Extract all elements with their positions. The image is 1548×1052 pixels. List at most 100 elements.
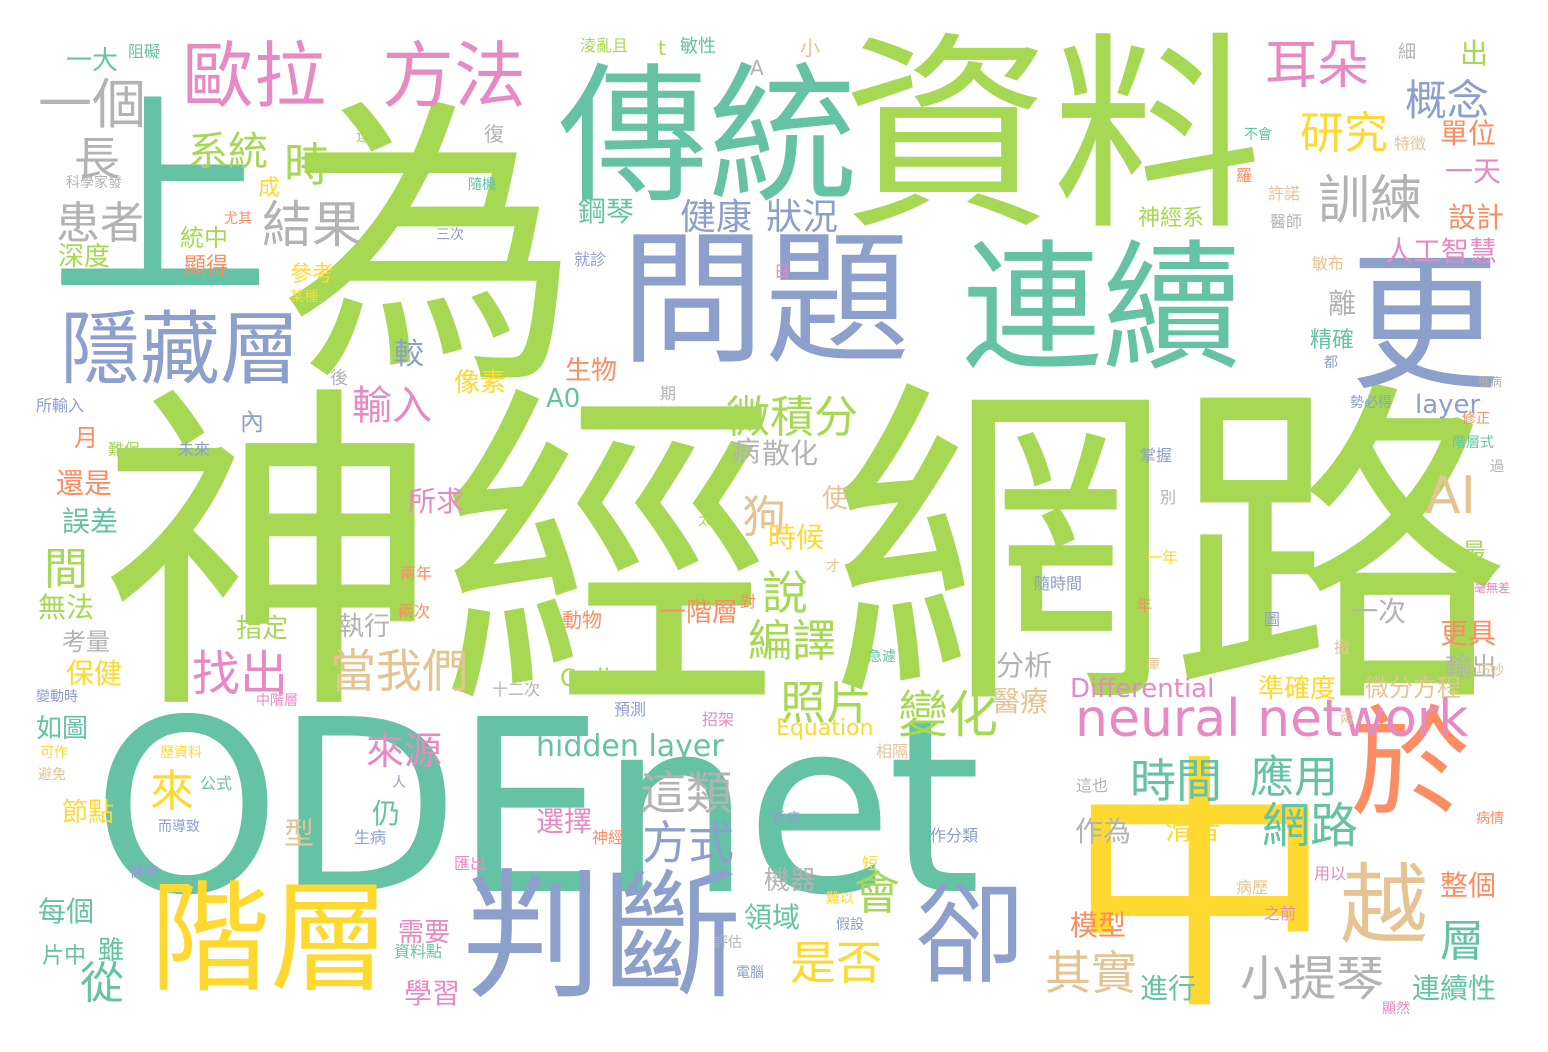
word-suishijian: 隨時間 bbox=[1034, 574, 1083, 593]
word-xitong: 系統 bbox=[188, 129, 268, 175]
word-jinxing: 進行 bbox=[1140, 972, 1197, 1005]
word-bing: 病 bbox=[732, 435, 761, 468]
word-xianran: 顯然 bbox=[1382, 1001, 1410, 1017]
word-mouzhong: 某種 bbox=[290, 289, 318, 305]
word-baojian: 保健 bbox=[66, 657, 123, 690]
word-haowucha: 毫無差 bbox=[1474, 581, 1511, 595]
word-huayin: 滑音 bbox=[1165, 813, 1222, 846]
word-meige: 每個 bbox=[38, 895, 95, 928]
word-liangci: 兩次 bbox=[398, 602, 431, 621]
word-qi: 期 bbox=[660, 384, 677, 403]
word-shuru: 輸入 bbox=[352, 383, 432, 429]
word-xiangsu: 像素 bbox=[454, 368, 507, 398]
word-kanbing: 看病 bbox=[772, 811, 800, 827]
word-ceng: 層 bbox=[1440, 916, 1484, 967]
word-reng: 仍 bbox=[372, 797, 401, 830]
word-zhiqian: 之前 bbox=[1264, 904, 1297, 923]
word-jian: 間 bbox=[44, 544, 88, 595]
word-fu: 復 bbox=[484, 122, 504, 146]
word-gangqin: 鋼琴 bbox=[578, 195, 635, 228]
word-bimian: 避免 bbox=[38, 767, 66, 783]
word-dangwomen: 當我們 bbox=[330, 644, 468, 698]
word-lai: 來 bbox=[150, 766, 194, 817]
word-yiliao: 醫療 bbox=[992, 685, 1049, 718]
word-yue-month: 月 bbox=[74, 424, 98, 452]
word-minbu: 敏布 bbox=[1312, 254, 1345, 273]
word-que: 卻 bbox=[915, 871, 1025, 999]
word-sanci: 三次 bbox=[436, 227, 464, 243]
word-yici: 一次 bbox=[1350, 595, 1407, 628]
word-jiankang: 健康 bbox=[680, 197, 753, 238]
word-ordinary: Ordinary bbox=[560, 664, 665, 692]
word-gengju: 更具 bbox=[1440, 617, 1497, 650]
word-jiju: 急遽 bbox=[868, 649, 896, 665]
word-huichu: 匯出 bbox=[454, 854, 487, 873]
word-dui: 對 bbox=[740, 592, 757, 611]
word-zhiding: 指定 bbox=[236, 614, 289, 644]
word-zhuangkuang: 狀況 bbox=[766, 197, 839, 238]
word-nanyi: 難以 bbox=[826, 891, 854, 907]
word-jiao: 較 bbox=[394, 337, 424, 372]
word-shihou: 時候 bbox=[768, 521, 825, 554]
word-danwei: 單位 bbox=[1440, 117, 1497, 150]
word-xuexi: 學習 bbox=[404, 977, 461, 1010]
word-hou: 後 bbox=[330, 368, 348, 389]
word-zhaochu: 找出 bbox=[192, 646, 289, 702]
word-che: 撤 bbox=[1334, 638, 1351, 657]
word-oula: 歐拉 bbox=[182, 34, 327, 118]
word-li: 離 bbox=[1328, 287, 1357, 320]
word-a: A bbox=[750, 56, 764, 80]
word-shengwu: 生物 bbox=[565, 356, 618, 386]
word-cloud: ODEnet 神經 網路 為 上 資料 中 傳統 問題 連續 更 判斷 階層 於… bbox=[0, 0, 1548, 1052]
word-zuowei: 作為 bbox=[1075, 815, 1132, 848]
word-bie: 別 bbox=[1160, 488, 1177, 507]
word-rengongzhihui: 人工智慧 bbox=[1385, 235, 1498, 268]
word-liziliao: 歷資料 bbox=[160, 745, 202, 761]
word-hidden-layer: hidden layer bbox=[536, 729, 724, 764]
word-jieguo: 結果 bbox=[262, 196, 362, 254]
word-nian: 年 bbox=[1136, 596, 1153, 615]
word-wufa: 無法 bbox=[38, 591, 95, 624]
word-liang: 兩 bbox=[1340, 711, 1354, 727]
word-kezuo: 可作 bbox=[40, 745, 68, 761]
word-nanbao: 難保 bbox=[108, 440, 141, 459]
word-kaoliang: 考量 bbox=[62, 628, 110, 656]
word-zhongjieceng: 中階層 bbox=[256, 693, 298, 709]
word-shijian: 時間 bbox=[1130, 754, 1222, 808]
word-jiuzhen: 就診 bbox=[574, 250, 607, 269]
word-shi: 時 bbox=[284, 138, 330, 192]
word-lingyu: 領域 bbox=[744, 901, 801, 934]
word-fenxi: 分析 bbox=[996, 649, 1053, 682]
word-biandongshi: 變動時 bbox=[36, 689, 78, 705]
word-xunuo: 許諾 bbox=[1268, 184, 1301, 203]
word-laiyuan: 來源 bbox=[366, 729, 443, 773]
word-suoshuru: 所輸入 bbox=[36, 396, 85, 415]
word-sanhua: 散化 bbox=[762, 437, 819, 470]
word-ku: 庫 bbox=[1146, 657, 1160, 673]
word-lianxuxing: 連續性 bbox=[1412, 972, 1497, 1005]
word-yongyi: 用以 bbox=[1314, 864, 1347, 883]
word-ai: AI bbox=[1425, 466, 1476, 526]
word-zhengge: 整個 bbox=[1440, 869, 1497, 902]
word-moxing: 模型 bbox=[1070, 909, 1127, 942]
word-bingli: 病歷 bbox=[1236, 878, 1269, 897]
word-xunlian: 訓練 bbox=[1318, 171, 1423, 231]
word-ziliaodian: 資料點 bbox=[394, 942, 443, 961]
word-xiaotiqin: 小提琴 bbox=[1240, 951, 1385, 1007]
word-zuai: 阻礙 bbox=[128, 42, 161, 61]
word-rutu: 如圖 bbox=[36, 714, 89, 744]
word-zhelei: 這類 bbox=[640, 766, 732, 820]
word-sheji: 設計 bbox=[1448, 201, 1505, 234]
word-zhixing: 執行 bbox=[338, 612, 391, 642]
word-jiecengshi: 階層式 bbox=[1452, 435, 1494, 451]
word-shenjing-small: 神經 bbox=[592, 828, 625, 847]
word-yijieceng: 一階層 bbox=[660, 598, 739, 628]
word-panduan: 判斷 bbox=[462, 856, 743, 1019]
word-yishi: 醫師 bbox=[1270, 212, 1303, 231]
word-a0: A0 bbox=[546, 384, 581, 414]
word-weilai: 未來 bbox=[178, 440, 211, 459]
word-guo: 過 bbox=[1490, 459, 1504, 475]
word-luo: 羅 bbox=[1236, 166, 1253, 185]
word-yinian: 一年 bbox=[1146, 548, 1179, 567]
word-cai: 才 bbox=[826, 559, 840, 575]
